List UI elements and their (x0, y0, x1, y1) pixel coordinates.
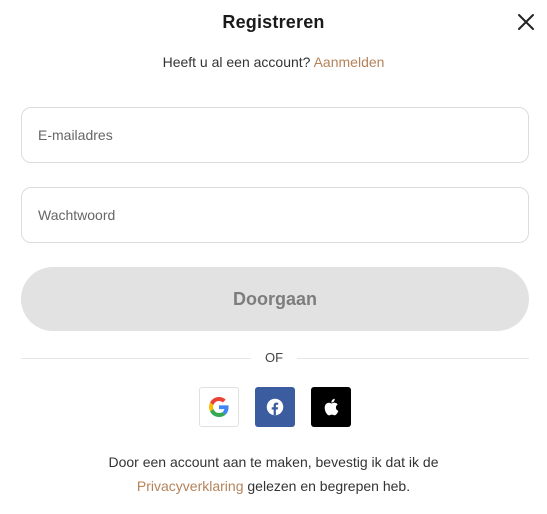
divider-label: OF (264, 350, 284, 365)
continue-button[interactable]: Doorgaan (21, 267, 529, 331)
privacy-link[interactable]: Privacyverklaring (137, 478, 244, 494)
google-icon (209, 397, 229, 417)
divider-line-right (297, 358, 529, 359)
google-login-button[interactable] (199, 387, 239, 427)
close-button[interactable] (515, 11, 537, 33)
terms-line-2: Privacyverklaring gelezen en begrepen he… (0, 474, 547, 498)
facebook-login-button[interactable] (255, 387, 295, 427)
register-dialog: Registreren Heeft u al een account? Aanm… (0, 0, 547, 514)
signin-prompt-text: Heeft u al een account? (162, 54, 311, 70)
terms-suffix: gelezen en begrepen heb. (247, 478, 411, 494)
dialog-title: Registreren (222, 12, 325, 32)
password-field[interactable] (21, 187, 529, 243)
divider-line-left (21, 358, 251, 359)
signin-link[interactable]: Aanmelden (314, 54, 385, 70)
apple-login-button[interactable] (311, 387, 351, 427)
email-field[interactable] (21, 107, 529, 163)
terms-line-1: Door een account aan te maken, bevestig … (108, 454, 439, 470)
close-icon (518, 14, 534, 30)
terms-notice: Door een account aan te maken, bevestig … (0, 450, 547, 498)
apple-icon (324, 398, 339, 416)
facebook-icon (266, 398, 284, 416)
signin-prompt: Heeft u al een account? Aanmelden (0, 54, 547, 70)
